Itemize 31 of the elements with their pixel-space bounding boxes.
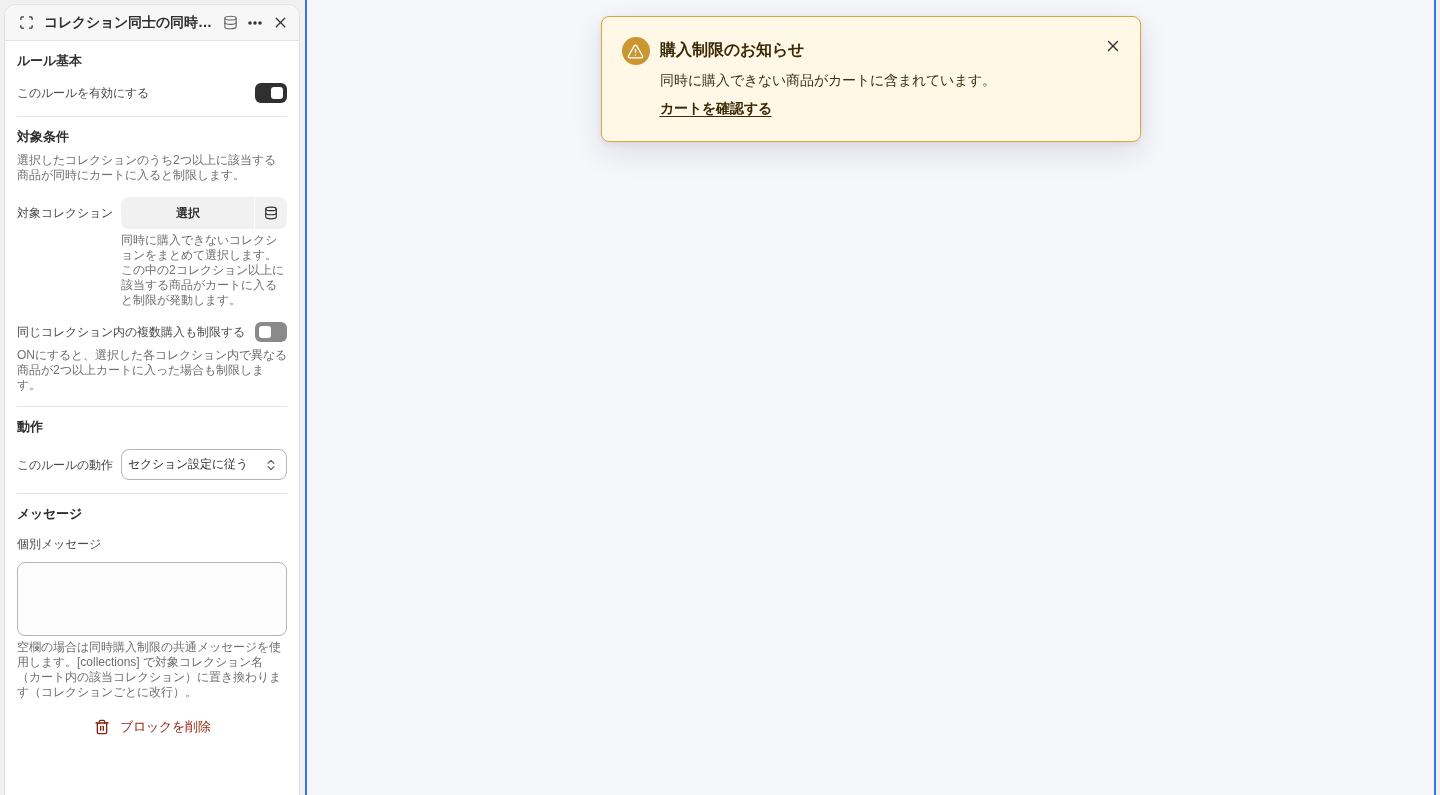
field-label: 個別メッセージ	[17, 536, 102, 552]
section-description: 選択したコレクションのうち2つ以上に該当する商品が同時にカートに入ると制限します。	[17, 153, 277, 183]
database-button[interactable]	[223, 15, 238, 30]
more-icon	[248, 20, 262, 25]
toggle-label: 同じコレクション内の複数購入も制限する	[17, 324, 245, 340]
delete-block-button[interactable]: ブロックを削除	[85, 714, 219, 740]
toggle-label: このルールを有効にする	[17, 85, 149, 101]
toggle-switch[interactable]	[255, 83, 287, 103]
select-button[interactable]: 選択	[121, 197, 254, 229]
more-button[interactable]	[248, 20, 262, 25]
panel-title: コレクション同士の同時…	[44, 13, 213, 32]
field-label: このルールの動作	[17, 456, 114, 473]
section-heading: 動作	[17, 419, 44, 435]
database-icon	[264, 206, 278, 220]
toast-title: 購入制限のお知らせ	[659, 40, 804, 60]
toggle-switch[interactable]	[255, 322, 287, 342]
section-heading: メッセージ	[17, 506, 83, 522]
view-cart-link[interactable]: カートを確認する	[659, 98, 772, 118]
database-icon	[223, 15, 238, 30]
help-text: 空欄の場合は同時購入制限の共通メッセージを使用します。[collections] で対象コレクション名（カート内の該当コレクション）に置き換わります（コレクションごとに改行）。	[17, 640, 282, 700]
toast-message: 同時に購入できない商品がカートに含まれています。	[659, 71, 996, 90]
help-text: 同時に購入できないコレクションをまとめて選択します。この中の2コレクション以上に該当する商品がカートに入ると制限が発動します。	[121, 233, 285, 308]
database-button[interactable]	[255, 197, 287, 229]
select-dropdown[interactable]: セクション設定に従う	[121, 449, 287, 480]
section-heading: 対象条件	[17, 129, 70, 145]
corners-icon	[19, 15, 34, 30]
field-label: 対象コレクション	[17, 205, 114, 221]
trash-icon	[93, 719, 110, 735]
section-heading: ルール基本	[17, 53, 83, 69]
warning-icon	[621, 37, 650, 65]
help-text: ONにすると、選択した各コレクション内で異なる商品が2つ以上カートに入った場合も制限します。	[17, 348, 287, 393]
